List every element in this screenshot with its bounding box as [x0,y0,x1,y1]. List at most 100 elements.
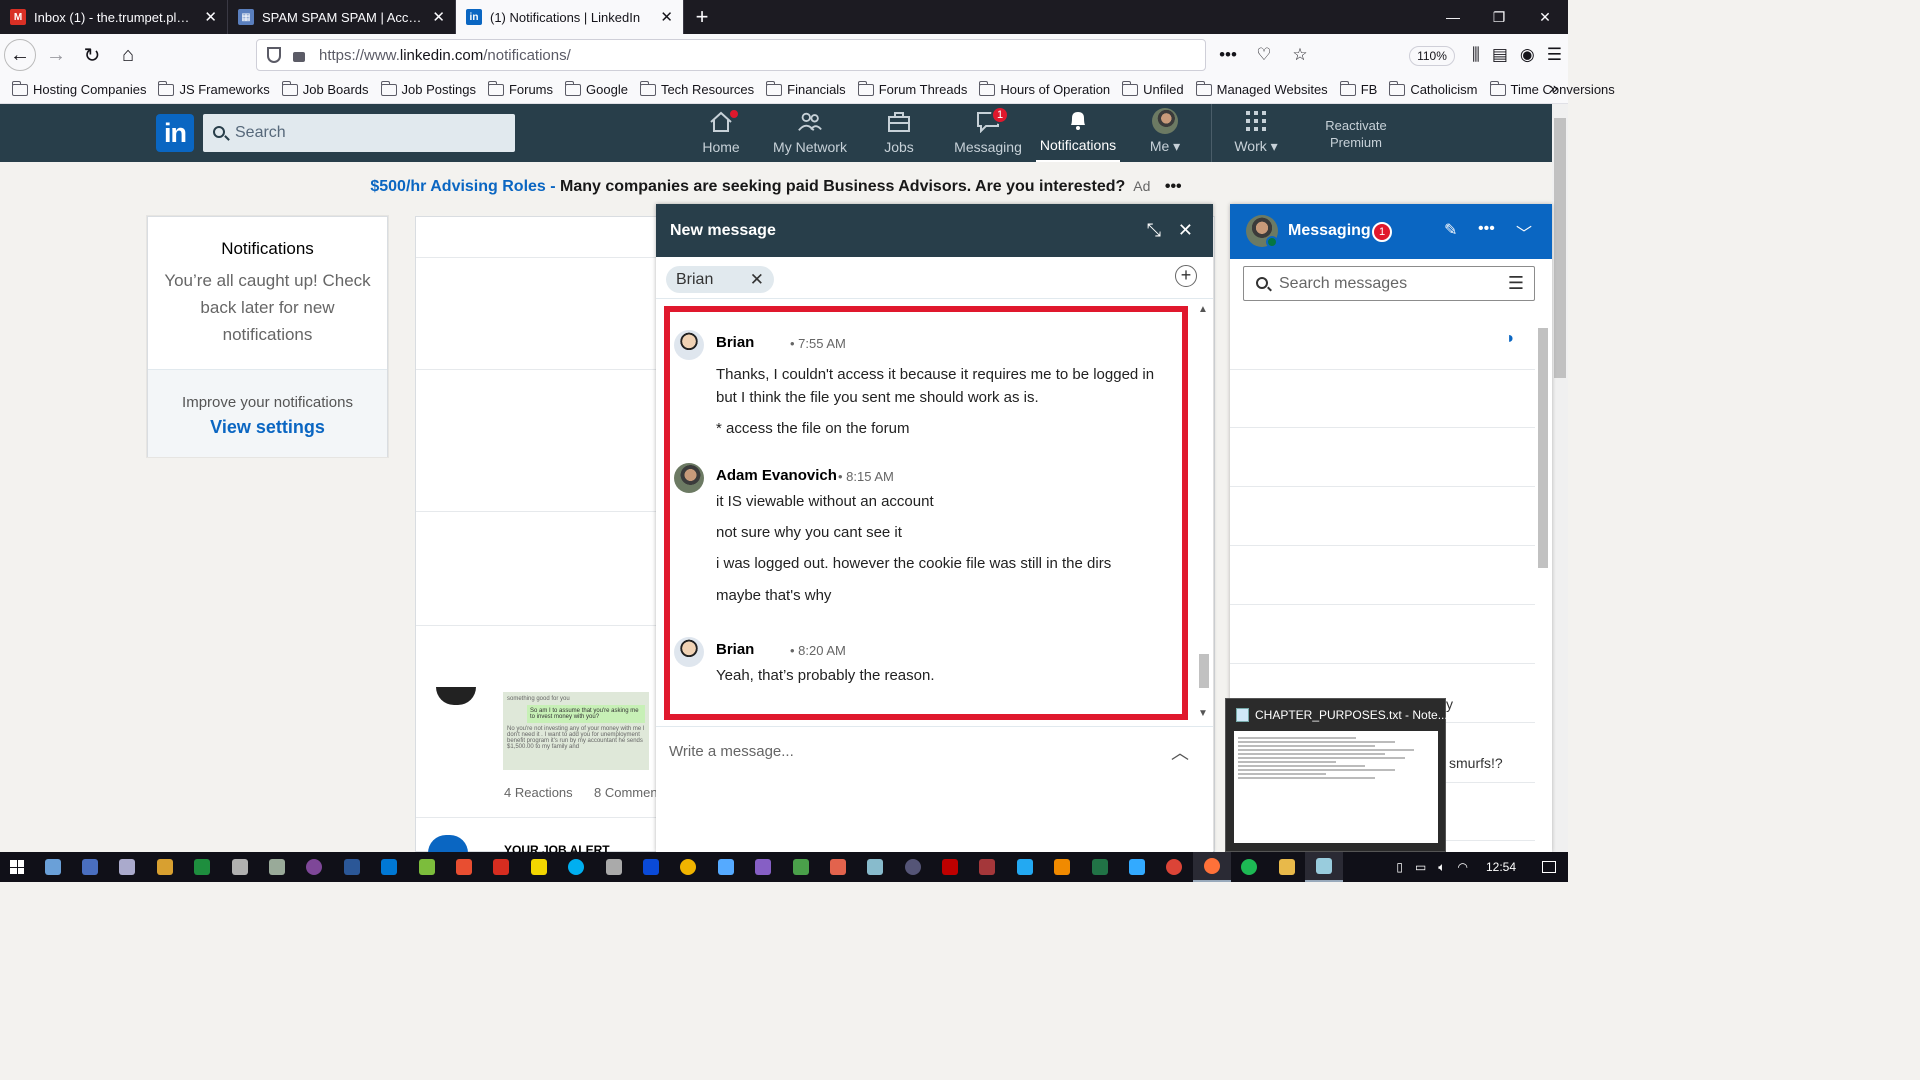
bookmark-folder[interactable]: Hours of Operation [979,80,1110,97]
minimize-conversation-icon[interactable]: ⤡ [1147,220,1161,241]
bookmark-folder[interactable]: Managed Websites [1195,80,1328,97]
vlc-icon[interactable] [1044,852,1081,882]
menu-icon[interactable]: ☰ [1547,45,1562,65]
acrobat-icon[interactable] [483,852,520,882]
remote-icon[interactable] [857,852,894,882]
more-icon[interactable]: ••• [1215,45,1241,65]
bookmark-folder[interactable]: JS Frameworks [158,80,270,97]
account-icon[interactable]: ◉ [1520,45,1535,65]
chevron-up-icon[interactable]: ︿ [1171,739,1189,765]
chrome-dev-icon[interactable] [782,852,819,882]
network-icon[interactable] [707,852,744,882]
notepad-taskbar-preview[interactable]: CHAPTER_PURPOSES.txt - Note... [1225,698,1448,852]
start-button[interactable] [0,852,34,882]
firefox-icon[interactable] [1193,852,1231,882]
action-center-icon[interactable] [1542,861,1556,873]
nav-notifications[interactable]: Notifications [1036,104,1120,162]
bookmark-folder[interactable]: Unfiled [1122,80,1184,97]
bookmarks-overflow-icon[interactable]: » [1549,80,1558,98]
back-icon[interactable]: ← [4,39,36,71]
linkedin-logo-icon[interactable]: in [156,114,194,152]
usb-icon[interactable]: ▯ [1396,860,1403,874]
close-icon[interactable]: ✕ [660,8,673,26]
bookmark-folder[interactable]: FB [1339,80,1377,97]
sticky-notes-icon[interactable] [520,852,557,882]
pen-icon[interactable] [221,852,258,882]
notepad-icon[interactable] [1305,852,1343,882]
tab-spam[interactable]: ▦ SPAM SPAM SPAM | Access Wo ✕ [228,0,456,34]
more-icon[interactable]: ••• [1478,220,1495,238]
vscode-icon[interactable] [1006,852,1043,882]
view-settings-link[interactable]: View settings [148,417,387,438]
tab-linkedin-notifications[interactable]: in (1) Notifications | LinkedIn ✕ [456,0,684,34]
teams-icon[interactable] [71,852,108,882]
minimize-icon[interactable]: — [1430,0,1476,34]
nav-jobs[interactable]: Jobs [882,104,916,162]
bookmark-folder[interactable]: Job Postings [380,80,476,97]
scrollbar-thumb[interactable] [1538,328,1548,568]
bookmark-folder[interactable]: Hosting Companies [12,80,146,97]
bookmark-folder[interactable]: Job Boards [281,80,369,97]
task-view-icon[interactable] [109,852,146,882]
avatar[interactable] [674,330,704,360]
paint3d-icon[interactable] [819,852,856,882]
scrollbar-thumb[interactable] [1199,654,1209,688]
close-icon[interactable]: ✕ [204,8,217,26]
ad-more-icon[interactable]: ••• [1165,178,1182,195]
url-bar[interactable]: https://www. linkedin.com/notifications/ … [256,39,1455,71]
battery-icon[interactable]: ▭ [1415,860,1426,874]
nav-work[interactable]: Work ▾ [1230,104,1282,162]
conversation-snippet[interactable]: smurfs!? [1449,755,1503,771]
messaging-scrollbar[interactable] [1535,310,1551,850]
camera-icon[interactable] [595,852,632,882]
sidebar-icon[interactable]: ▤ [1492,45,1508,65]
close-icon[interactable]: ✕ [1178,220,1193,241]
filter-icon[interactable]: ☰ [1508,267,1524,300]
forward-icon[interactable]: → [40,39,72,71]
wifi-icon[interactable]: ◠ [1457,860,1467,874]
nav-messaging[interactable]: 1 Messaging [954,104,1022,162]
taskbar-clock[interactable]: 12:54 [1486,860,1516,874]
messenger-icon[interactable] [632,852,669,882]
home-icon[interactable]: ⌂ [112,39,144,71]
avatar[interactable] [674,637,704,667]
bug-icon[interactable] [670,852,707,882]
recipient-chip[interactable]: Brian ✕ [666,266,774,293]
nav-me[interactable]: Me ▾ [1145,104,1185,162]
reactivate-premium-link[interactable]: Reactivate Premium [1318,117,1394,151]
outlook-icon[interactable] [371,852,408,882]
bookmark-folder[interactable]: Forum Threads [857,80,967,97]
new-tab-button[interactable]: + [684,0,720,34]
spotify-icon[interactable] [1231,852,1268,882]
bookmark-star-icon[interactable]: ☆ [1287,45,1313,65]
pocket-icon[interactable]: ♡ [1251,45,1277,65]
word-icon[interactable] [333,852,370,882]
tor-icon[interactable] [296,852,333,882]
excel-icon[interactable] [1081,852,1118,882]
search-messages-input[interactable]: Search messages ☰ [1243,266,1535,301]
page-scrollbar[interactable] [1552,104,1568,852]
bookmark-folder[interactable]: Tech Resources [639,80,754,97]
nav-home[interactable]: Home [702,104,740,162]
nav-my-network[interactable]: My Network [772,104,848,162]
filezilla-icon[interactable] [931,852,968,882]
remove-recipient-icon[interactable]: ✕ [750,266,764,293]
bookmark-folder[interactable]: Financials [766,80,846,97]
scroll-down-icon[interactable]: ▼ [1198,708,1208,719]
git-icon[interactable] [445,852,482,882]
gear-icon[interactable] [258,852,295,882]
phone-icon[interactable] [1118,852,1155,882]
sheets-icon[interactable] [184,852,221,882]
folder-icon[interactable] [1268,852,1305,882]
restore-icon[interactable]: ❐ [1476,0,1522,34]
reactions-count[interactable]: 4 Reactions [504,785,573,800]
reload-icon[interactable]: ↻ [76,39,108,71]
visual-studio-icon[interactable] [744,852,781,882]
ad-link[interactable]: $500/hr Advising Roles - [370,178,555,195]
message-sender[interactable]: Brian [716,334,754,351]
paint-icon[interactable] [146,852,183,882]
library-icon[interactable]: ⫼ [1472,45,1480,65]
skype-icon[interactable] [557,852,594,882]
chrome-icon[interactable] [1156,852,1193,882]
access-icon[interactable] [969,852,1006,882]
